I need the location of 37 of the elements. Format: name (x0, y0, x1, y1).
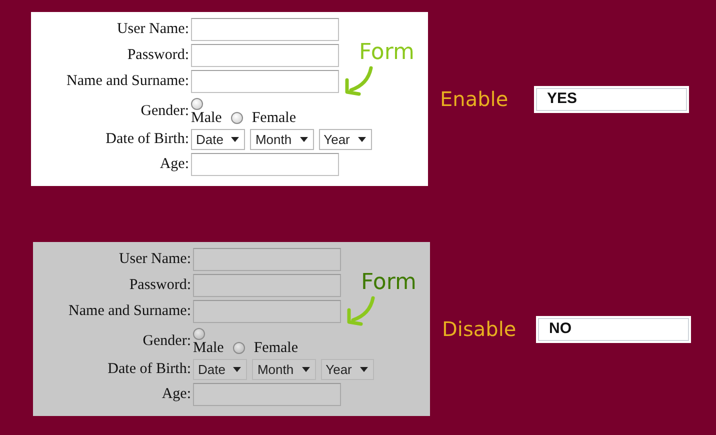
field-label: Date of Birth: (108, 361, 191, 378)
field-label: Age: (160, 156, 189, 173)
field-label: Password: (129, 277, 191, 294)
caret-icon (300, 137, 308, 142)
caret-icon (360, 367, 368, 372)
radio-label: Female (254, 340, 298, 356)
dropdown[interactable]: Month (250, 129, 314, 150)
caret-icon (358, 137, 366, 142)
field-label: Age: (162, 386, 191, 403)
field-label: Name and Surname: (68, 303, 191, 320)
radio-button[interactable] (191, 98, 203, 110)
text-field[interactable] (191, 153, 339, 176)
text-field[interactable] (191, 70, 339, 93)
radio-label: Male (193, 340, 224, 356)
field-label: Name and Surname: (66, 73, 189, 90)
status-label: Enable (440, 87, 510, 111)
text-field[interactable] (191, 44, 339, 67)
status-field: NO (536, 316, 691, 342)
field-label: Gender: (142, 332, 191, 350)
radio-label: Male (191, 110, 222, 126)
field-label: User Name: (118, 251, 191, 268)
field-label: Date of Birth: (106, 131, 189, 148)
field-label: Password: (127, 47, 189, 64)
dropdown[interactable]: Date (191, 129, 246, 150)
radio-button[interactable] (230, 112, 243, 124)
status-field: YES (534, 86, 689, 112)
field-label: Gender: (140, 102, 189, 120)
radio-label: Female (252, 110, 296, 126)
field-label: User Name: (116, 21, 189, 38)
caret-icon (302, 367, 310, 372)
caret-icon (233, 367, 242, 372)
status-label: Disable (442, 317, 518, 341)
annotation-text: Form (361, 270, 416, 295)
caret-icon (231, 137, 240, 142)
dropdown[interactable]: Year (318, 129, 372, 150)
annotation-text: Form (359, 40, 414, 65)
text-field[interactable] (191, 18, 339, 41)
